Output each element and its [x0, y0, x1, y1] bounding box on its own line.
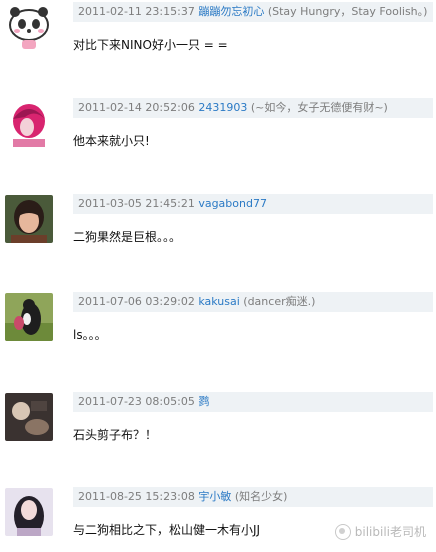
watermark: bilibili老司机	[334, 523, 426, 540]
comment-text: 石头剪子布？！	[73, 428, 158, 442]
comment-text: ls。。。	[73, 328, 107, 342]
comment-meta: 2011-02-14 20:52:06 2431903 (~如今，女子无德便有财…	[73, 98, 433, 118]
wechat-icon	[334, 523, 351, 540]
comment-text: 二狗果然是巨根。。。	[73, 230, 182, 244]
pink-hair-avatar-icon[interactable]	[5, 99, 53, 147]
comment-timestamp: 2011-07-23 08:05:05	[78, 395, 195, 408]
comment-tagline: (知名少女)	[234, 490, 288, 503]
comment-meta: 2011-07-06 03:29:02 kakusai (dancer痴迷.)	[73, 292, 433, 312]
girl-portrait-avatar-icon[interactable]	[5, 195, 53, 243]
comment-text: 他本来就小只!	[73, 134, 150, 148]
comment-user-link[interactable]: 2431903	[198, 101, 247, 114]
comment-timestamp: 2011-03-05 21:45:21	[78, 197, 195, 210]
comment-user-link[interactable]: 宇小敏	[198, 490, 231, 503]
comment-meta: 2011-07-23 08:05:05 鹨	[73, 392, 433, 412]
figure-grass-avatar-icon[interactable]	[5, 293, 53, 341]
comment-item: 2011-07-23 08:05:05 鹨 石头剪子布？！	[0, 390, 436, 486]
long-hair-girl-avatar-icon[interactable]	[5, 488, 53, 536]
comment-timestamp: 2011-08-25 15:23:08	[78, 490, 195, 503]
comment-timestamp: 2011-02-14 20:52:06	[78, 101, 195, 114]
comment-meta: 2011-08-25 15:23:08 宇小敏 (知名少女)	[73, 487, 433, 507]
comment-user-link[interactable]: 蹦蹦勿忘初心	[198, 5, 264, 18]
comment-meta: 2011-02-11 23:15:37 蹦蹦勿忘初心 (Stay Hungry，…	[73, 2, 433, 22]
comment-timestamp: 2011-07-06 03:29:02	[78, 295, 195, 308]
comment-user-link[interactable]: 鹨	[198, 395, 209, 408]
comment-user-link[interactable]: vagabond77	[198, 197, 267, 210]
panda-avatar-icon[interactable]	[5, 3, 53, 51]
comment-timestamp: 2011-02-11 23:15:37	[78, 5, 195, 18]
comment-tagline: (~如今，女子无德便有财~)	[250, 101, 388, 114]
comment-text: 对比下来NINO好小一只 = =	[73, 38, 228, 52]
comment-item: 2011-02-11 23:15:37 蹦蹦勿忘初心 (Stay Hungry，…	[0, 0, 436, 96]
comment-tagline: (dancer痴迷.)	[243, 295, 316, 308]
comment-item: 2011-02-14 20:52:06 2431903 (~如今，女子无德便有财…	[0, 96, 436, 192]
comment-user-link[interactable]: kakusai	[198, 295, 239, 308]
comment-item: 2011-08-25 15:23:08 宇小敏 (知名少女) 与二狗相比之下，松…	[0, 485, 436, 552]
comment-meta: 2011-03-05 21:45:21 vagabond77	[73, 194, 433, 214]
watermark-text: bilibili老司机	[354, 525, 426, 539]
comment-item: 2011-07-06 03:29:02 kakusai (dancer痴迷.) …	[0, 290, 436, 386]
dark-photo-avatar-icon[interactable]	[5, 393, 53, 441]
comment-item: 2011-03-05 21:45:21 vagabond77 二狗果然是巨根。。…	[0, 192, 436, 288]
comment-tagline: (Stay Hungry，Stay Foolish。)	[267, 5, 428, 18]
comment-text: 与二狗相比之下，松山健一木有小JJ	[73, 523, 261, 537]
